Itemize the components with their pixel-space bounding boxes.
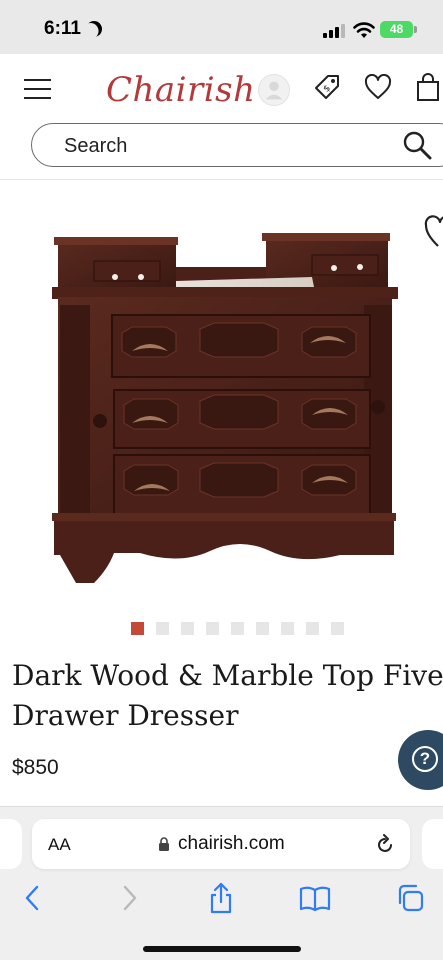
moon-icon [83, 18, 105, 40]
carousel-dot[interactable] [131, 622, 144, 635]
carousel-dot[interactable] [181, 622, 194, 635]
product-title-line2: Drawer Dresser [12, 699, 239, 732]
previous-tab-peek[interactable] [0, 819, 22, 869]
account-icon[interactable] [258, 74, 290, 106]
address-bar[interactable]: AA chairish.com [32, 819, 410, 869]
next-tab-peek[interactable] [422, 819, 443, 869]
status-time: 6:11 [44, 18, 81, 39]
help-icon: ? [412, 746, 438, 772]
shopping-bag-icon[interactable] [415, 73, 441, 101]
back-arrow-icon[interactable] [16, 881, 50, 915]
product-title: Dark Wood & Marble Top Five- Drawer Dres… [12, 656, 443, 736]
status-bar: 6:11 48 [0, 0, 443, 54]
carousel-dots [131, 622, 344, 636]
menu-icon[interactable] [24, 79, 51, 101]
url-text: chairish.com [178, 833, 285, 854]
favorites-heart-icon[interactable] [364, 74, 392, 100]
product-image-dresser[interactable] [40, 215, 410, 600]
reload-icon[interactable] [374, 834, 396, 856]
forward-arrow-icon[interactable] [112, 881, 146, 915]
carousel-dot[interactable] [206, 622, 219, 635]
wishlist-heart-icon[interactable] [424, 210, 443, 250]
site-header: Chairish $ Search [0, 54, 443, 180]
share-icon[interactable] [204, 881, 238, 915]
search-input[interactable]: Search [31, 123, 443, 167]
wifi-icon [353, 22, 375, 38]
carousel-dot[interactable] [231, 622, 244, 635]
carousel-dot[interactable] [156, 622, 169, 635]
search-icon[interactable] [402, 130, 432, 160]
search-placeholder: Search [64, 135, 128, 157]
browser-nav-row [0, 881, 443, 921]
cellular-signal-icon [323, 24, 345, 38]
battery-indicator: 48 [380, 21, 413, 38]
price-tag-icon[interactable]: $ [312, 72, 342, 102]
carousel-dot[interactable] [331, 622, 344, 635]
carousel-dot[interactable] [281, 622, 294, 635]
home-indicator [143, 946, 301, 952]
reader-settings-button[interactable]: AA [48, 835, 71, 855]
lock-icon [159, 837, 169, 851]
carousel-dot[interactable] [306, 622, 319, 635]
product-title-line1: Dark Wood & Marble Top Five- [12, 659, 443, 692]
product-price: $850 [12, 756, 59, 779]
bookmarks-book-icon[interactable] [298, 881, 332, 915]
battery-cap [414, 26, 417, 33]
help-button[interactable]: ? [398, 730, 443, 790]
tabs-overview-icon[interactable] [394, 881, 428, 915]
browser-toolbar: AA chairish.com [0, 806, 443, 960]
carousel-dot[interactable] [256, 622, 269, 635]
site-logo[interactable]: Chairish [106, 70, 256, 110]
